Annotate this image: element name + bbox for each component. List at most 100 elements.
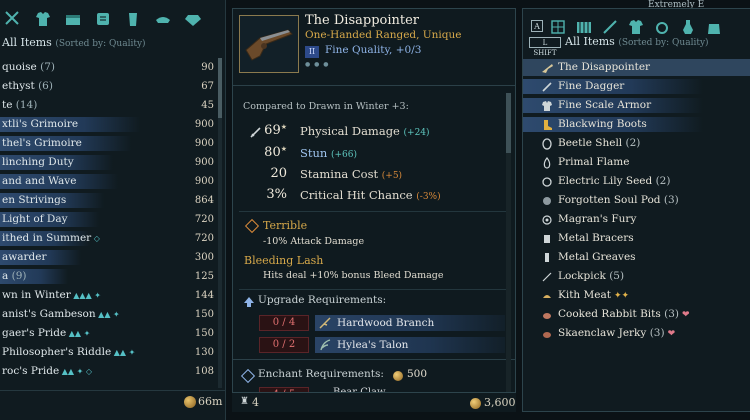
- gem-icon[interactable]: [184, 10, 202, 28]
- stat-diff: (+66): [330, 150, 357, 160]
- sword-tab-icon[interactable]: [601, 18, 619, 36]
- left-total-value: 66m: [198, 395, 223, 408]
- list-item[interactable]: The Disappointer: [523, 58, 750, 77]
- quality-pips: ● ● ●: [305, 61, 330, 68]
- list-item[interactable]: quoise (7) 90: [0, 58, 226, 77]
- item-value: 900: [194, 157, 214, 168]
- item-name: The Disappointer: [305, 13, 420, 28]
- item-value: 900: [194, 176, 214, 187]
- sparkle-icon: ✦✦: [613, 291, 630, 301]
- coin-icon: [184, 396, 196, 408]
- list-item[interactable]: ethyst (6) 67: [0, 77, 226, 96]
- list-item[interactable]: Metal Bracers: [523, 229, 750, 248]
- left-scrollbar[interactable]: [218, 58, 222, 388]
- list-item[interactable]: en Strivings 864: [0, 191, 226, 210]
- armor-tab-icon[interactable]: [627, 18, 645, 36]
- tooltip-scrollbar[interactable]: [506, 93, 511, 393]
- rabbit-icon: [543, 313, 551, 319]
- weight-icon: ♜: [240, 396, 249, 407]
- bag-icon[interactable]: [705, 18, 723, 36]
- shirt-icon[interactable]: [34, 10, 52, 28]
- item-quantity: (7): [40, 61, 55, 73]
- item-quantity: (14): [15, 99, 38, 111]
- left-list-header: All Items (Sorted by: Quality): [0, 36, 226, 54]
- pod-icon: [543, 197, 551, 205]
- list-item[interactable]: Fine Dagger: [523, 77, 750, 96]
- item-upgrade-marks: ▲▲ ✦ ◇: [59, 367, 93, 376]
- quality-badge: II: [305, 46, 319, 58]
- list-item[interactable]: Beetle Shell (2): [523, 134, 750, 153]
- grid-icon[interactable]: [549, 18, 567, 36]
- chest-icon[interactable]: [575, 18, 593, 36]
- list-item[interactable]: a (9) 125: [0, 267, 226, 286]
- list-item[interactable]: thel's Grimoire 900: [0, 134, 226, 153]
- item-name: Blackwing Boots: [558, 118, 647, 130]
- list-item[interactable]: Kith Meat ✦✦: [523, 286, 750, 305]
- list-item[interactable]: ithed in Summer ◇ 720: [0, 229, 226, 248]
- trait-lash-desc: Hits deal +10% bonus Bleed Damage: [263, 270, 444, 281]
- list-item[interactable]: Metal Greaves: [523, 248, 750, 267]
- item-name: awarder: [2, 251, 47, 263]
- list-item[interactable]: Magran's Fury: [523, 210, 750, 229]
- item-value: 150: [194, 328, 214, 339]
- list-item[interactable]: Skaenclaw Jerky (3) ❤: [523, 324, 750, 343]
- enchant-cost: 500: [407, 368, 428, 380]
- upgrade-title: Upgrade Requirements:: [258, 294, 387, 306]
- stat-value: 20: [270, 166, 287, 181]
- item-value: 900: [194, 138, 214, 149]
- stat-star: ★: [280, 123, 287, 131]
- stat-diff: (+5): [381, 171, 403, 181]
- list-item[interactable]: linching Duty 900: [0, 153, 226, 172]
- list-item[interactable]: Cooked Rabbit Bits (3) ❤: [523, 305, 750, 324]
- list-item[interactable]: Light of Day 720: [0, 210, 226, 229]
- list-item[interactable]: Electric Lily Seed (2): [523, 172, 750, 191]
- list-item[interactable]: wn in Winter ▲▲▲ ✦ 144: [0, 286, 226, 305]
- item-name: Metal Bracers: [558, 232, 634, 244]
- req-name[interactable]: Hylea's Talon: [315, 337, 505, 353]
- scroll-icon[interactable]: [94, 10, 112, 28]
- swords-icon[interactable]: [4, 10, 22, 28]
- left-title: All Items: [2, 36, 52, 49]
- item-quantity: (3): [663, 194, 679, 206]
- list-item[interactable]: Philosopher's Riddle ▲▲ ✦ 130: [0, 343, 226, 362]
- ring-icon[interactable]: [653, 18, 671, 36]
- drink-icon[interactable]: [124, 10, 142, 28]
- left-scroll-thumb[interactable]: [218, 58, 222, 118]
- talon-icon: [320, 339, 331, 351]
- item-name: Skaenclaw Jerky (3) ❤: [558, 327, 676, 339]
- diamond-icon: [244, 218, 260, 234]
- list-item[interactable]: awarder 300: [0, 248, 226, 267]
- right-sort-label[interactable]: (Sorted by: Quality): [618, 38, 708, 48]
- list-item[interactable]: te (14) 45: [0, 96, 226, 115]
- list-item[interactable]: Blackwing Boots: [523, 115, 750, 134]
- list-item[interactable]: Primal Flame: [523, 153, 750, 172]
- left-sort-label[interactable]: (Sorted by: Quality): [55, 39, 145, 49]
- fury-icon: [542, 215, 552, 225]
- lockpick-icon: [542, 272, 552, 282]
- item-value: 900: [194, 119, 214, 130]
- divider: [233, 359, 515, 360]
- chest-icon[interactable]: [64, 10, 82, 28]
- item-name: xtli's Grimoire: [2, 118, 79, 130]
- potion-icon[interactable]: [679, 18, 697, 36]
- list-item[interactable]: Fine Scale Armor: [523, 96, 750, 115]
- flame-icon: [543, 157, 551, 169]
- item-tooltip-panel: The Disappointer One-Handed Ranged, Uniq…: [232, 8, 516, 412]
- list-item[interactable]: Forgotten Soul Pod (3): [523, 191, 750, 210]
- list-item[interactable]: xtli's Grimoire 900: [0, 115, 226, 134]
- branch-icon: [319, 317, 331, 329]
- req-name[interactable]: Hardwood Branch: [315, 315, 505, 331]
- list-item[interactable]: and and Wave 900: [0, 172, 226, 191]
- left-category-tabs: [0, 8, 226, 32]
- list-item[interactable]: anist's Gambeson ▲▲ ✦ 150: [0, 305, 226, 324]
- tooltip-scroll-thumb[interactable]: [506, 93, 511, 153]
- list-item[interactable]: roc's Pride ▲▲ ✦ ◇ 108: [0, 362, 226, 381]
- list-item[interactable]: Lockpick (5): [523, 267, 750, 286]
- food-icon[interactable]: [154, 10, 172, 28]
- item-name: Lockpick (5): [558, 270, 625, 282]
- item-upgrade-marks: ▲▲ ✦: [66, 329, 91, 338]
- list-item[interactable]: gaer's Pride ▲▲ ✦ 150: [0, 324, 226, 343]
- stat-value: 3%: [266, 187, 287, 202]
- item-quantity: (2): [625, 137, 641, 149]
- item-name: ethyst (6): [2, 80, 53, 92]
